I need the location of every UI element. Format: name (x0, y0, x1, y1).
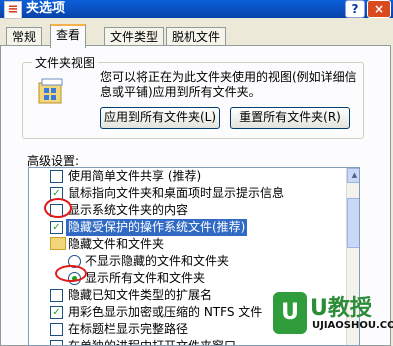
list-item-label: 不显示隐藏的文件和文件夹 (85, 254, 230, 268)
folder-views-description: 您可以将正在为此文件夹使用的视图(例如详细信息或平铺)应用到所有文件夹。 (100, 70, 357, 99)
watermark: U U教授 UJIAOSHOU.COM (266, 290, 393, 344)
checkbox-separate-process[interactable] (50, 340, 63, 345)
list-item-label: 使用简单文件共享 (推荐) (68, 169, 202, 183)
reset-all-folders-button[interactable]: 重置所有文件夹(R) (230, 107, 350, 129)
checkbox-color-ntfs-files[interactable]: ✓ (50, 306, 63, 319)
watermark-logo: U (273, 292, 307, 334)
window-title: 夹选项 (26, 1, 66, 16)
list-item-label: 显示系统文件夹的内容 (68, 203, 189, 217)
list-item-label: 隐藏受保护的操作系统文件(推荐) (66, 219, 248, 236)
scroll-up-icon[interactable]: ▲ (347, 168, 359, 183)
folder-options-icon: ≡ (4, 1, 22, 19)
list-item[interactable]: ✓ 隐藏受保护的操作系统文件(推荐) (29, 219, 345, 236)
folder-icon (50, 237, 66, 250)
list-item-label: 在单独的进程中打开文件夹窗口 (68, 339, 237, 346)
list-item-label: 隐藏已知文件类型的扩展名 (68, 288, 213, 302)
annotation-circle (55, 265, 87, 282)
checkbox-hide-protected-os-files[interactable]: ✓ (50, 221, 63, 234)
scroll-thumb[interactable] (347, 198, 359, 248)
title-bar: ≡ 夹选项 ? × (0, 0, 393, 19)
list-item-label: 鼠标指向文件夹和桌面项时显示提示信息 (68, 186, 285, 200)
list-item[interactable]: 显示系统文件夹的内容 (29, 202, 345, 219)
list-item-label: 隐藏文件和文件夹 (68, 237, 165, 251)
list-item-label: 在标题栏显示完整路径 (68, 322, 189, 336)
folder-views-label: 文件夹视图 (32, 54, 99, 71)
checkbox-show-full-path-titlebar[interactable] (50, 323, 63, 336)
tab-view[interactable]: 查看 (50, 24, 87, 48)
apply-to-all-folders-button[interactable]: 应用到所有文件夹(L) (100, 107, 220, 129)
tab-offline-files[interactable]: 脱机文件 (166, 27, 227, 46)
help-button[interactable]: ? (345, 0, 365, 18)
list-item[interactable]: 使用简单文件共享 (推荐) (29, 168, 345, 185)
tab-file-types[interactable]: 文件类型 (104, 27, 165, 46)
folder-view-icon (38, 78, 63, 104)
tab-bar: 常规 查看 文件类型 脱机文件 (0, 24, 393, 48)
list-item-label: 显示所有文件和文件夹 (85, 271, 206, 285)
watermark-brand: U教授 (310, 296, 372, 321)
list-item-label: 用彩色显示加密或压缩的 NTFS 文件 (68, 305, 263, 319)
checkbox-hide-extensions[interactable] (50, 289, 63, 302)
checkbox-simple-file-sharing[interactable] (50, 170, 63, 183)
annotation-circle (44, 198, 72, 218)
close-button[interactable]: × (367, 0, 391, 18)
list-item[interactable]: ✓ 鼠标指向文件夹和桌面项时显示提示信息 (29, 185, 345, 202)
list-item[interactable]: 隐藏文件和文件夹 (29, 236, 345, 253)
tab-general[interactable]: 常规 (6, 27, 43, 46)
watermark-url: UJIAOSHOU.COM (312, 320, 393, 331)
